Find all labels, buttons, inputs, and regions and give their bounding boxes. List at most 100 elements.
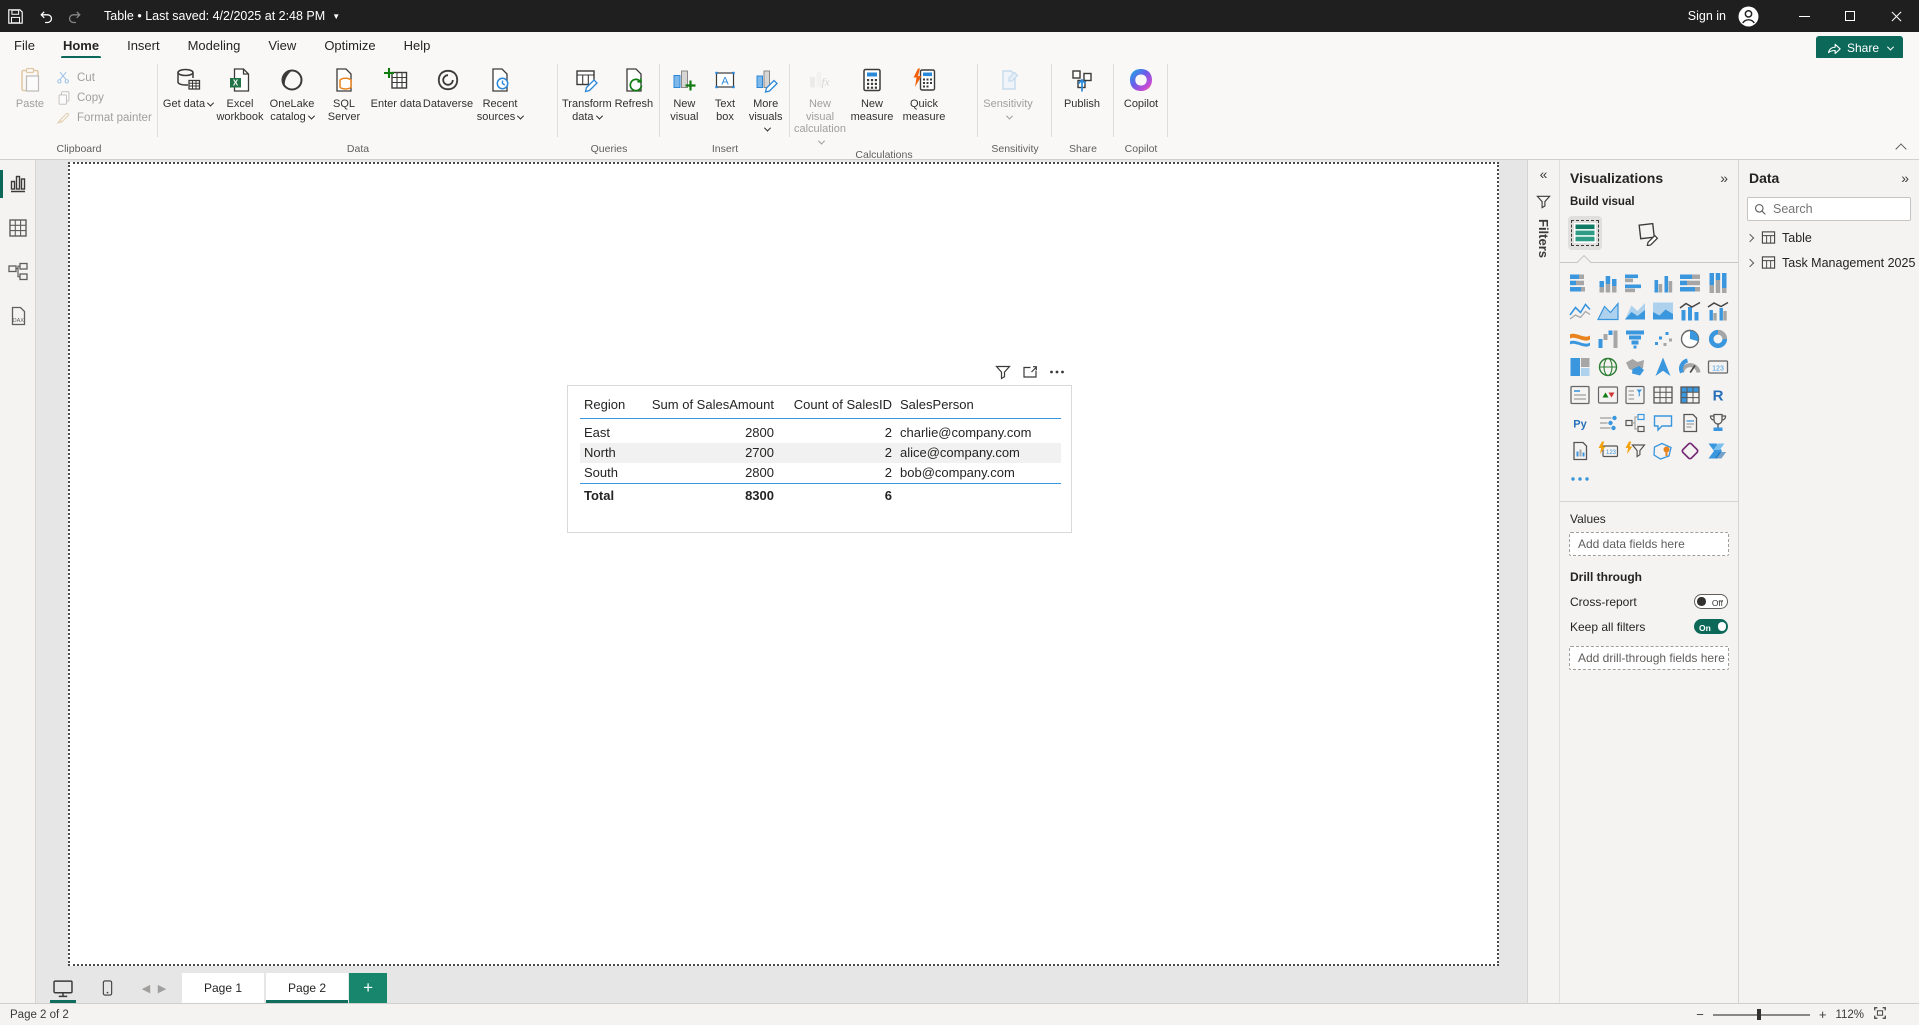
viz-slicer-icon[interactable] <box>1624 384 1646 406</box>
page-tab-page-2[interactable]: Page 2 <box>266 973 348 1003</box>
transform-data-button[interactable]: Transform data <box>562 62 612 123</box>
expand-chevron-icon[interactable] <box>1746 258 1754 266</box>
viz-power-apps-icon[interactable] <box>1679 440 1701 462</box>
new-page-button[interactable]: + <box>349 973 387 1003</box>
drill-through-field-well[interactable]: Add drill-through fields here <box>1569 646 1729 670</box>
refresh-button[interactable]: Refresh <box>612 62 656 111</box>
viz-paginated-report-icon[interactable] <box>1569 440 1591 462</box>
column-header[interactable]: Region <box>580 394 642 419</box>
copy-button[interactable]: Copy <box>56 88 152 108</box>
page-tab-page-1[interactable]: Page 1 <box>182 973 264 1003</box>
viz-100-stacked-bar-chart-icon[interactable] <box>1679 272 1701 294</box>
new-visual-button[interactable]: New visual <box>664 62 705 123</box>
menu-help[interactable]: Help <box>390 32 445 58</box>
rail-table-view[interactable] <box>0 208 36 248</box>
column-header[interactable]: Sum of SalesAmount <box>642 394 778 419</box>
quick-measure-button[interactable]: Quick measure <box>898 62 950 123</box>
viz-matrix-icon[interactable] <box>1679 384 1701 406</box>
field-table-task-management-2025[interactable]: Task Management 2025 <box>1739 250 1919 275</box>
undo-icon[interactable] <box>30 0 60 32</box>
menu-home[interactable]: Home <box>49 32 113 58</box>
format-painter-button[interactable]: Format painter <box>56 108 152 128</box>
next-page-arrow[interactable]: ▶ <box>154 973 170 1003</box>
new-visual-calculation-button[interactable]: fxNew visual calculation <box>794 62 846 148</box>
menu-view[interactable]: View <box>254 32 310 58</box>
viz-filled-map-icon[interactable] <box>1624 356 1646 378</box>
copilot-button[interactable]: Copilot <box>1118 62 1164 111</box>
keep-all-filters-toggle[interactable]: On <box>1694 619 1728 634</box>
dataverse-button[interactable]: Dataverse <box>422 62 474 111</box>
table-row[interactable]: North27002alice@company.com <box>580 443 1061 463</box>
menu-file[interactable]: File <box>0 32 49 58</box>
close-button[interactable] <box>1873 0 1919 32</box>
menu-insert[interactable]: Insert <box>113 32 174 58</box>
paste-button[interactable]: Paste <box>4 62 56 111</box>
maximize-button[interactable] <box>1827 0 1873 32</box>
excel-workbook-button[interactable]: XExcel workbook <box>214 62 266 123</box>
rail-report-view[interactable] <box>0 164 36 204</box>
zoom-out-button[interactable]: − <box>1696 1007 1704 1022</box>
viz-area-chart-icon[interactable] <box>1597 300 1619 322</box>
new-measure-button[interactable]: New measure <box>846 62 898 123</box>
viz-line-chart-icon[interactable] <box>1569 300 1591 322</box>
viz-r-script-visual-icon[interactable]: R <box>1707 384 1729 406</box>
zoom-slider[interactable] <box>1713 1014 1810 1016</box>
viz-waterfall-chart-icon[interactable] <box>1597 328 1619 350</box>
viz-funnel-chart-icon[interactable] <box>1624 328 1646 350</box>
tab-format-visual[interactable] <box>1632 218 1662 248</box>
cut-button[interactable]: Cut <box>56 68 152 88</box>
viz-ribbon-chart-icon[interactable] <box>1569 328 1591 350</box>
viz-arcgis-map-icon[interactable] <box>1652 440 1674 462</box>
save-icon[interactable] <box>0 0 30 32</box>
viz-slicer-new-icon[interactable] <box>1624 440 1646 462</box>
collapse-ribbon-icon[interactable] <box>1895 143 1906 154</box>
viz-multi-row-card-icon[interactable] <box>1569 384 1591 406</box>
viz-card-icon[interactable]: 123 <box>1707 356 1729 378</box>
table-visual[interactable]: RegionSum of SalesAmountCount of SalesID… <box>567 385 1072 533</box>
viz-stacked-area-chart-icon[interactable] <box>1624 300 1646 322</box>
viz-python-visual-icon[interactable]: Py <box>1569 412 1591 434</box>
viz-stacked-column-chart-icon[interactable] <box>1597 272 1619 294</box>
search-input[interactable]: Search <box>1747 197 1911 221</box>
tab-build-visual[interactable] <box>1568 216 1602 250</box>
mobile-layout-button[interactable] <box>92 973 122 1003</box>
viz-clustered-column-chart-icon[interactable] <box>1652 272 1674 294</box>
viz-pie-chart-icon[interactable] <box>1679 328 1701 350</box>
viz-azure-map-icon[interactable] <box>1652 356 1674 378</box>
avatar[interactable] <box>1738 6 1759 27</box>
viz-donut-chart-icon[interactable] <box>1707 328 1729 350</box>
minimize-button[interactable] <box>1781 0 1827 32</box>
viz-map-icon[interactable] <box>1597 356 1619 378</box>
more-visuals-button[interactable]: More visuals <box>745 62 786 136</box>
sql-server-button[interactable]: SQL Server <box>318 62 370 123</box>
prev-page-arrow[interactable]: ◀ <box>138 973 154 1003</box>
report-canvas[interactable]: RegionSum of SalesAmountCount of SalesID… <box>36 160 1527 1003</box>
text-box-button[interactable]: AText box <box>705 62 746 123</box>
viz-gauge-icon[interactable] <box>1679 356 1701 378</box>
more-options-icon[interactable] <box>1049 364 1065 380</box>
collapse-data-icon[interactable]: » <box>1901 170 1909 186</box>
viz-stacked-bar-chart-icon[interactable] <box>1569 272 1591 294</box>
viz-clustered-bar-chart-icon[interactable] <box>1624 272 1646 294</box>
publish-button[interactable]: Publish <box>1056 62 1108 111</box>
share-button[interactable]: Share <box>1816 36 1903 60</box>
viz-scatter-chart-icon[interactable] <box>1652 328 1674 350</box>
focus-mode-icon[interactable] <box>1022 364 1038 380</box>
zoom-in-button[interactable]: + <box>1819 1007 1827 1022</box>
viz-key-influencers-icon[interactable] <box>1597 412 1619 434</box>
sign-in-button[interactable]: Sign in <box>1688 9 1726 23</box>
viz-get-more-visuals-icon[interactable] <box>1569 468 1591 490</box>
filters-pane-label[interactable]: Filters <box>1536 219 1551 258</box>
viz-line-and-clustered-column-chart-icon[interactable] <box>1707 300 1729 322</box>
field-table-table[interactable]: Table <box>1739 225 1919 250</box>
viz-kpi-icon[interactable] <box>1597 384 1619 406</box>
viz-card-new-icon[interactable]: 123 <box>1597 440 1619 462</box>
viz-smart-narrative-icon[interactable] <box>1679 412 1701 434</box>
report-page[interactable]: RegionSum of SalesAmountCount of SalesID… <box>68 162 1499 966</box>
viz-treemap-icon[interactable] <box>1569 356 1591 378</box>
onelake-catalog-button[interactable]: OneLake catalog <box>266 62 318 123</box>
sensitivity-button[interactable]: Sensitivity <box>982 62 1034 123</box>
document-title[interactable]: Table • Last saved: 4/2/2025 at 2:48 PM▼ <box>104 9 340 23</box>
column-header[interactable]: Count of SalesID <box>778 394 896 419</box>
menu-optimize[interactable]: Optimize <box>310 32 389 58</box>
